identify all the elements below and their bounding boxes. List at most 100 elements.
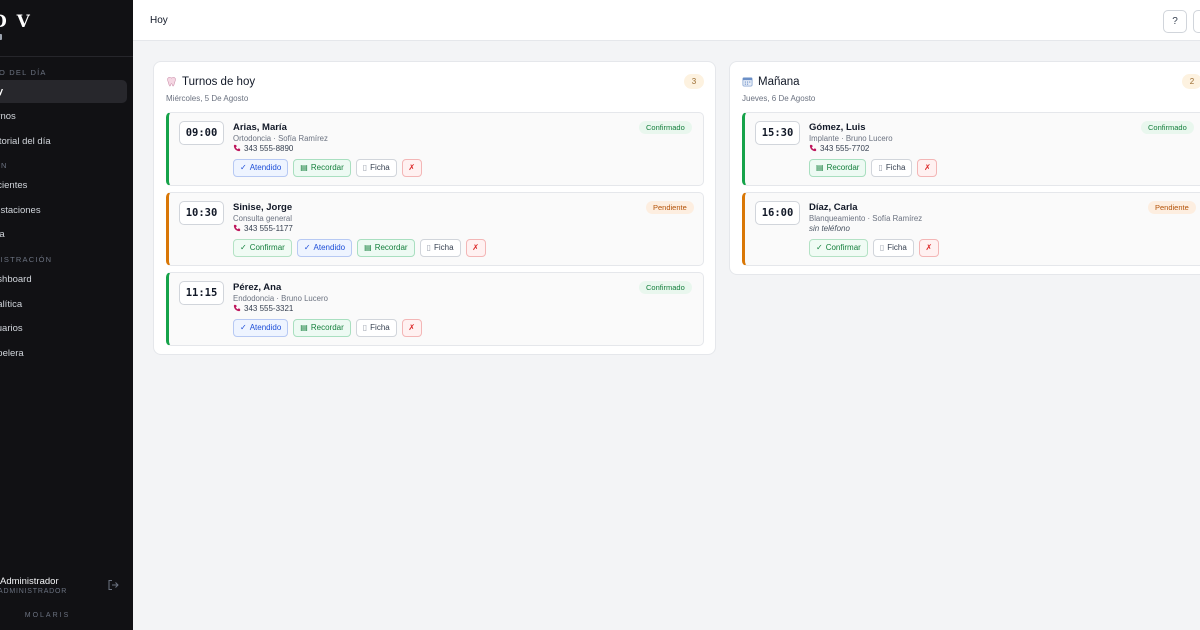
- appointment-card[interactable]: 16:00 Díaz, Carla Blanqueamiento · Sofía…: [742, 192, 1200, 266]
- treatment-info: Implante · Bruno Lucero: [809, 134, 893, 143]
- appointment-card[interactable]: 09:00 Arias, María Ortodoncia · Sofía Ra…: [166, 112, 704, 186]
- panel-date: Jueves, 6 De Agosto: [742, 94, 816, 103]
- action-bar: ✓ Atendido ▤ Recordar ▯ Ficha ✗: [233, 319, 427, 337]
- patient-name[interactable]: Sinise, Jorge: [233, 202, 292, 213]
- sidebar-item-hoy[interactable]: oy: [0, 80, 127, 103]
- appointment-time: 15:30: [755, 121, 800, 145]
- button-label: Recordar: [374, 243, 408, 252]
- confirm-button[interactable]: ✓ Confirmar: [809, 239, 868, 257]
- button-label: Ficha: [434, 243, 454, 252]
- chart-sheet-button[interactable]: ▯ Ficha: [355, 319, 397, 337]
- tooth-icon: [167, 77, 176, 87]
- attended-button[interactable]: ✓ Atendido: [296, 239, 353, 257]
- sidebar-item-analitica[interactable]: nalítica: [0, 293, 127, 316]
- notebook-icon: ▤: [300, 323, 308, 332]
- panel-title: Mañana: [758, 76, 800, 88]
- patient-phone: 343 555-1177: [233, 224, 293, 233]
- sidebar-item-label: oy: [0, 86, 4, 97]
- remind-button[interactable]: ▤ Recordar: [293, 319, 351, 337]
- phone-number: 343 555-7702: [820, 144, 870, 153]
- remind-button[interactable]: ▤ Recordar: [357, 239, 415, 257]
- phone-number: 343 555-3321: [244, 304, 294, 313]
- patient-name[interactable]: Pérez, Ana: [233, 282, 281, 293]
- appointment-time: 16:00: [755, 201, 800, 225]
- sidebar-item-usuarios[interactable]: suarios: [0, 317, 127, 340]
- sidebar-item-label: apelera: [0, 348, 24, 359]
- button-label: Recordar: [310, 323, 344, 332]
- button-label: Confirmar: [825, 243, 861, 252]
- button-label: Recordar: [310, 163, 344, 172]
- sidebar-item-label: restaciones: [0, 205, 41, 216]
- topbar-action-button[interactable]: [1193, 10, 1200, 33]
- chart-sheet-button[interactable]: ▯ Ficha: [872, 239, 914, 257]
- sidebar-item-turnos[interactable]: urnos: [0, 105, 127, 128]
- patient-phone: 343 555-3321: [233, 304, 293, 313]
- sidebar-item-label: istorial del día: [0, 136, 51, 147]
- remind-button[interactable]: ▤ Recordar: [293, 159, 351, 177]
- patient-name[interactable]: Arias, María: [233, 122, 287, 133]
- appointment-time: 10:30: [179, 201, 224, 225]
- sidebar-item-label: aja: [0, 229, 5, 240]
- sidebar-item-pacientes[interactable]: acientes: [0, 174, 127, 197]
- sidebar-item-historial[interactable]: istorial del día: [0, 130, 127, 153]
- document-icon: ▯: [878, 163, 883, 172]
- logout-icon[interactable]: [107, 579, 119, 591]
- section-label-day: JO DEL DÍA: [0, 68, 47, 77]
- patient-phone-missing: sin teléfono: [809, 224, 850, 233]
- attended-button[interactable]: ✓ Atendido: [233, 159, 289, 177]
- tomorrow-panel: Mañana Jueves, 6 De Agosto 2 15:30 Gómez…: [729, 61, 1200, 275]
- sidebar-item-caja[interactable]: aja: [0, 223, 127, 246]
- status-badge: Confirmado: [1141, 121, 1194, 134]
- button-label: Ficha: [885, 163, 906, 172]
- sidebar-item-prestaciones[interactable]: restaciones: [0, 199, 127, 222]
- action-bar: ✓ Confirmar ✓ Atendido ▤ Recordar ▯ Ficha ✗: [233, 239, 491, 257]
- cancel-button[interactable]: ✗: [401, 319, 422, 337]
- patient-phone: 343 555-7702: [809, 144, 869, 153]
- cancel-button[interactable]: ✗: [465, 239, 486, 257]
- brand-logo: D V: [0, 12, 32, 32]
- patient-name[interactable]: Gómez, Luis: [809, 122, 865, 133]
- sidebar-item-papelera[interactable]: apelera: [0, 342, 127, 365]
- help-button[interactable]: ?: [1163, 10, 1187, 33]
- patient-name[interactable]: Díaz, Carla: [809, 202, 858, 213]
- status-badge: Pendiente: [646, 201, 694, 214]
- status-badge: Confirmado: [639, 121, 692, 134]
- cancel-button[interactable]: ✗: [918, 239, 939, 257]
- phone-icon: [809, 144, 817, 152]
- section-label-gestion: ÓN: [0, 161, 8, 170]
- count-badge: 2: [1182, 74, 1200, 89]
- sidebar-item-dashboard[interactable]: ashboard: [0, 268, 127, 291]
- status-badge: Pendiente: [1148, 201, 1196, 214]
- remind-button[interactable]: ▤ Recordar: [809, 159, 867, 177]
- notebook-icon: ▤: [300, 163, 308, 172]
- check-icon: ✓: [240, 323, 247, 332]
- footer-brand: MOLARIS: [24, 612, 71, 619]
- topbar: Hoy ?: [133, 0, 1200, 41]
- section-label-admin: NISTRACIÓN: [0, 255, 53, 264]
- cancel-button[interactable]: ✗: [917, 159, 938, 177]
- cancel-button[interactable]: ✗: [401, 159, 422, 177]
- chart-sheet-button[interactable]: ▯ Ficha: [419, 239, 461, 257]
- appointment-card[interactable]: 15:30 Gómez, Luis Implante · Bruno Lucer…: [742, 112, 1200, 186]
- phone-icon: [233, 144, 241, 152]
- sidebar-item-label: acientes: [0, 180, 28, 191]
- attended-button[interactable]: ✓ Atendido: [233, 319, 289, 337]
- document-icon: ▯: [362, 323, 368, 332]
- chart-sheet-button[interactable]: ▯ Ficha: [355, 159, 397, 177]
- button-label: Atendido: [249, 323, 282, 332]
- brand-mark: [0, 34, 2, 40]
- action-bar: ✓ Confirmar ▯ Ficha ✗: [809, 239, 944, 257]
- button-label: Confirmar: [249, 243, 285, 252]
- panel-date: Miércoles, 5 De Agosto: [166, 94, 249, 103]
- button-label: Ficha: [370, 323, 390, 332]
- chart-sheet-button[interactable]: ▯ Ficha: [871, 159, 913, 177]
- check-icon: ✓: [240, 163, 247, 172]
- confirm-button[interactable]: ✓ Confirmar: [233, 239, 292, 257]
- appointment-card[interactable]: 11:15 Pérez, Ana Endodoncia · Bruno Luce…: [166, 272, 704, 346]
- sidebar-item-label: ashboard: [0, 274, 32, 285]
- action-bar: ✓ Atendido ▤ Recordar ▯ Ficha ✗: [233, 159, 427, 177]
- appointment-card[interactable]: 10:30 Sinise, Jorge Consulta general 343…: [166, 192, 704, 266]
- treatment-info: Blanqueamiento · Sofía Ramírez: [809, 214, 923, 223]
- phone-number: 343 555-8890: [244, 144, 294, 153]
- page-title: Hoy: [150, 15, 168, 26]
